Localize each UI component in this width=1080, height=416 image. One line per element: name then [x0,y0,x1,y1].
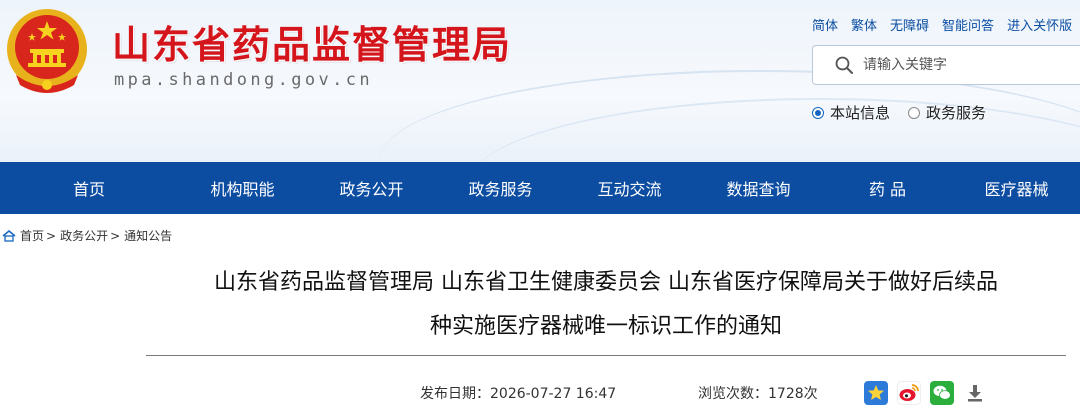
nav-organization[interactable]: 机构职能 [178,162,307,214]
breadcrumb-gov-affairs[interactable]: 政务公开 [60,227,108,244]
wechat-icon[interactable] [930,381,954,405]
article-title-line-2: 种实施医疗器械唯一标识工作的通知 [429,314,782,339]
search-icon[interactable] [835,56,853,74]
breadcrumb-separator: > [46,228,57,243]
view-count: 浏览次数：1728次 [698,383,818,403]
scope-gov-service-label: 政务服务 [926,104,987,122]
view-count-value: 1728次 [768,386,818,402]
radio-unselected-icon[interactable] [908,106,921,119]
article-title-line-1: 山东省药品监督管理局 山东省卫生健康委员会 山东省医疗保障局关于做好后续品 [214,270,998,295]
weibo-icon[interactable] [897,381,921,405]
home-icon [2,229,16,242]
page: 山东省药品监督管理局 mpa.shandong.gov.cn 简体 繁体 无障碍… [0,0,1080,416]
scope-site-info[interactable]: 本站信息 [812,102,890,123]
breadcrumb: 首页 > 政务公开 > 通知公告 [2,227,172,244]
title-divider [146,355,1066,356]
search-input[interactable] [863,57,1063,73]
article-title: 山东省药品监督管理局 山东省卫生健康委员会 山东省医疗保障局关于做好后续品 种实… [146,261,1066,349]
publish-date: 发布日期：2026-07-27 16:47 [420,383,616,403]
view-count-label: 浏览次数： [698,386,768,402]
search-box [812,45,1080,85]
main-nav: 首页 机构职能 政务公开 政务服务 互动交流 数据查询 药 品 医疗器械 [0,162,1080,214]
breadcrumb-notices[interactable]: 通知公告 [124,227,172,244]
publish-date-value: 2026-07-27 16:47 [490,386,617,402]
link-smart-qa[interactable]: 智能问答 [942,15,994,34]
share-bar [864,381,987,405]
star-icon[interactable] [864,381,888,405]
breadcrumb-separator: > [110,228,121,243]
nav-medical-devices[interactable]: 医疗器械 [952,162,1080,214]
publish-date-label: 发布日期： [420,386,490,402]
link-traditional[interactable]: 繁体 [851,15,877,34]
site-header: 山东省药品监督管理局 mpa.shandong.gov.cn 简体 繁体 无障碍… [0,0,1080,162]
site-domain: mpa.shandong.gov.cn [114,70,374,90]
nav-gov-service[interactable]: 政务服务 [436,162,565,214]
scope-gov-service[interactable]: 政务服务 [908,102,986,123]
national-emblem-icon [7,9,87,93]
site-title: 山东省药品监督管理局 [112,23,513,67]
nav-interaction[interactable]: 互动交流 [565,162,694,214]
download-icon[interactable] [963,381,987,405]
breadcrumb-home[interactable]: 首页 [20,227,44,244]
radio-selected-icon[interactable] [812,106,824,119]
nav-gov-affairs[interactable]: 政务公开 [307,162,436,214]
link-elder-mode[interactable]: 进入关怀版 [1007,15,1072,34]
link-accessibility[interactable]: 无障碍 [890,15,929,34]
top-links: 简体 繁体 无障碍 智能问答 进入关怀版 [812,15,1072,34]
nav-drugs[interactable]: 药 品 [823,162,952,214]
scope-site-info-label: 本站信息 [830,104,891,122]
search-scope: 本站信息 政务服务 [812,102,1004,123]
link-simplified[interactable]: 简体 [812,15,838,34]
nav-data-query[interactable]: 数据查询 [694,162,823,214]
nav-home[interactable]: 首页 [0,162,178,214]
